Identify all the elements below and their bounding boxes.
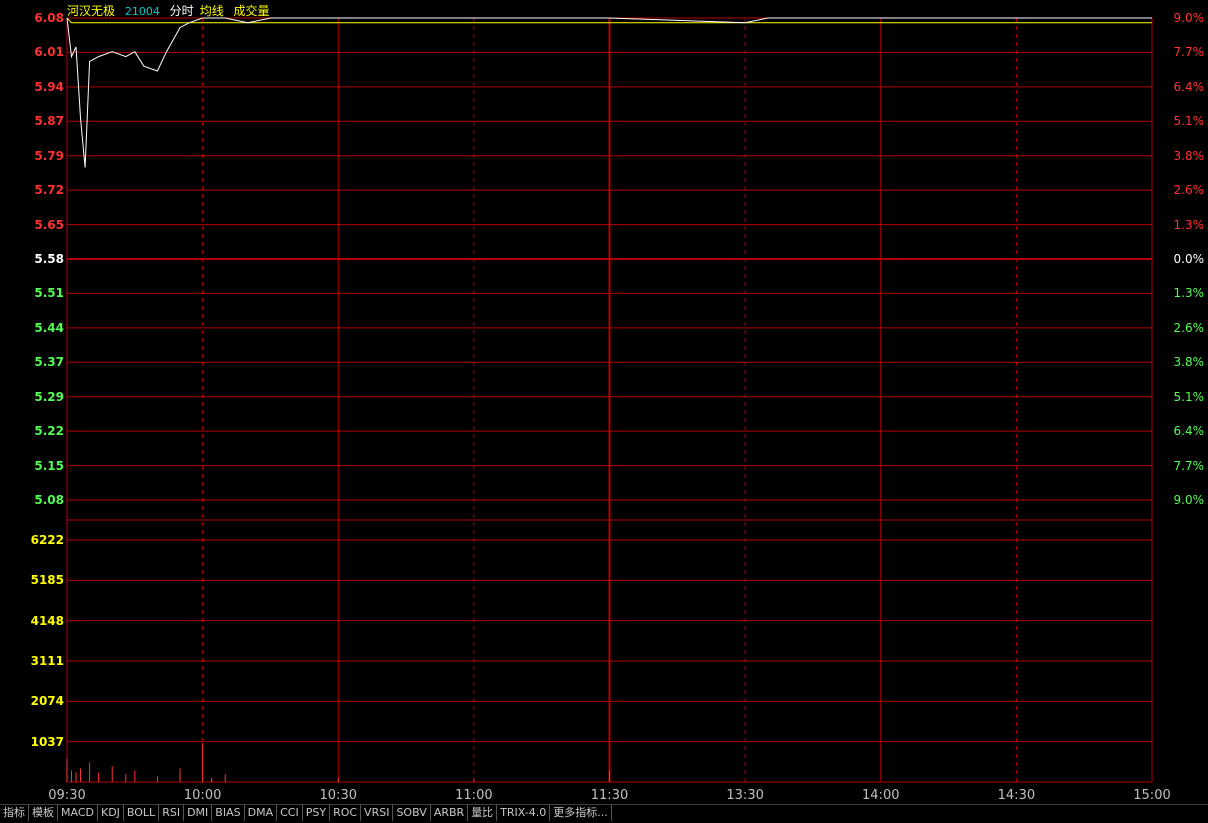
volume-tick-label: 6222 (30, 533, 64, 547)
percent-tick-label: 7.7% (1173, 45, 1205, 60)
stock-code: 21004 (124, 5, 160, 18)
indicator-tab[interactable]: TRIX-4.0 (497, 805, 551, 821)
volume-tick-label: 1037 (30, 734, 64, 749)
price-tick-label: 6.01 (34, 45, 64, 60)
percent-tick-label: 9.0% (1173, 11, 1205, 25)
time-tick-label: 14:00 (862, 788, 900, 803)
percent-tick-label: 7.7% (1173, 458, 1205, 473)
indicator-tab[interactable]: BIAS (212, 805, 245, 821)
volume-label: 成交量 (233, 4, 270, 18)
time-tick-label: 14:30 (997, 788, 1036, 803)
indicator-tab[interactable]: SOBV (393, 805, 431, 821)
time-tick-label: 11:00 (455, 788, 493, 803)
time-tick-label: 10:00 (183, 788, 222, 803)
price-tick-label: 5.87 (34, 114, 64, 129)
price-tick-label: 5.79 (34, 148, 64, 163)
price-tick-label: 5.29 (34, 389, 64, 404)
volume-tick-label: 2074 (30, 694, 64, 709)
indicator-tab[interactable]: 量比 (468, 805, 498, 821)
indicator-tab[interactable]: 更多指标... (550, 805, 612, 821)
percent-tick-label: 2.6% (1173, 183, 1205, 198)
percent-tick-label: 0.0% (1173, 252, 1205, 266)
indicator-tab-bar: 指标 模板 MACD KDJ BOLL RSI DMI BIAS DMA CCI PSY ROC VRS… (0, 804, 1208, 823)
price-tick-label: 5.08 (34, 493, 64, 507)
price-tick-label: 5.72 (34, 183, 64, 198)
price-tick-label: 5.15 (34, 458, 64, 473)
price-tick-label: 5.51 (34, 286, 64, 301)
indicator-tab[interactable]: DMA (245, 805, 278, 821)
percent-tick-label: 9.0% (1173, 493, 1205, 507)
percent-tick-label: 5.1% (1173, 389, 1205, 404)
indicator-tab[interactable]: MACD (58, 805, 98, 821)
volume-tick-label: 5185 (30, 573, 64, 588)
price-tick-label: 6.08 (34, 11, 64, 25)
indicator-tab[interactable]: 模板 (29, 805, 58, 821)
indicator-tab[interactable]: 指标 (0, 805, 29, 821)
percent-tick-label: 6.4% (1173, 79, 1205, 94)
price-tick-label: 5.65 (34, 217, 64, 232)
stock-name: 河汉无极 (67, 4, 116, 18)
time-tick-label: 13:30 (726, 788, 764, 803)
avg-line-label: 均线 (199, 4, 224, 18)
indicator-tab[interactable]: CCI (277, 805, 303, 821)
price-tick-label: 5.44 (34, 320, 64, 335)
percent-tick-label: 1.3% (1173, 217, 1205, 232)
indicator-tab[interactable]: ROC (330, 805, 362, 821)
indicator-tab[interactable]: BOLL (124, 805, 160, 821)
price-tick-label: 5.22 (34, 424, 64, 439)
percent-tick-label: 3.8% (1173, 148, 1205, 163)
volume-tick-label: 4148 (30, 613, 64, 628)
fenshi-label: 分时 (169, 4, 194, 18)
percent-tick-label: 6.4% (1173, 424, 1205, 439)
percent-tick-label: 2.6% (1173, 320, 1205, 335)
price-tick-label: 5.94 (34, 79, 64, 94)
indicator-tab[interactable]: DMI (184, 805, 213, 821)
time-tick-label: 10:30 (319, 788, 357, 803)
indicator-tab[interactable]: KDJ (98, 805, 124, 821)
indicator-tab[interactable]: PSY (303, 805, 331, 821)
percent-tick-label: 5.1% (1173, 114, 1205, 129)
indicator-tab[interactable]: VRSI (361, 805, 394, 821)
indicator-tab[interactable]: RSI (159, 805, 185, 821)
price-tick-label: 5.37 (34, 355, 64, 370)
volume-tick-label: 3111 (30, 654, 64, 668)
time-tick-label: 09:30 (48, 788, 86, 803)
price-tick-label: 5.58 (34, 252, 64, 266)
time-tick-label: 15:00 (1133, 788, 1171, 803)
intraday-chart[interactable] (0, 0, 1208, 804)
time-tick-label: 11:30 (590, 788, 629, 803)
percent-tick-label: 1.3% (1173, 286, 1205, 301)
chart-header: 河汉无极 21004 分时 均线 成交量 (67, 2, 276, 18)
percent-tick-label: 3.8% (1173, 355, 1205, 370)
indicator-tab[interactable]: ARBR (431, 805, 469, 821)
